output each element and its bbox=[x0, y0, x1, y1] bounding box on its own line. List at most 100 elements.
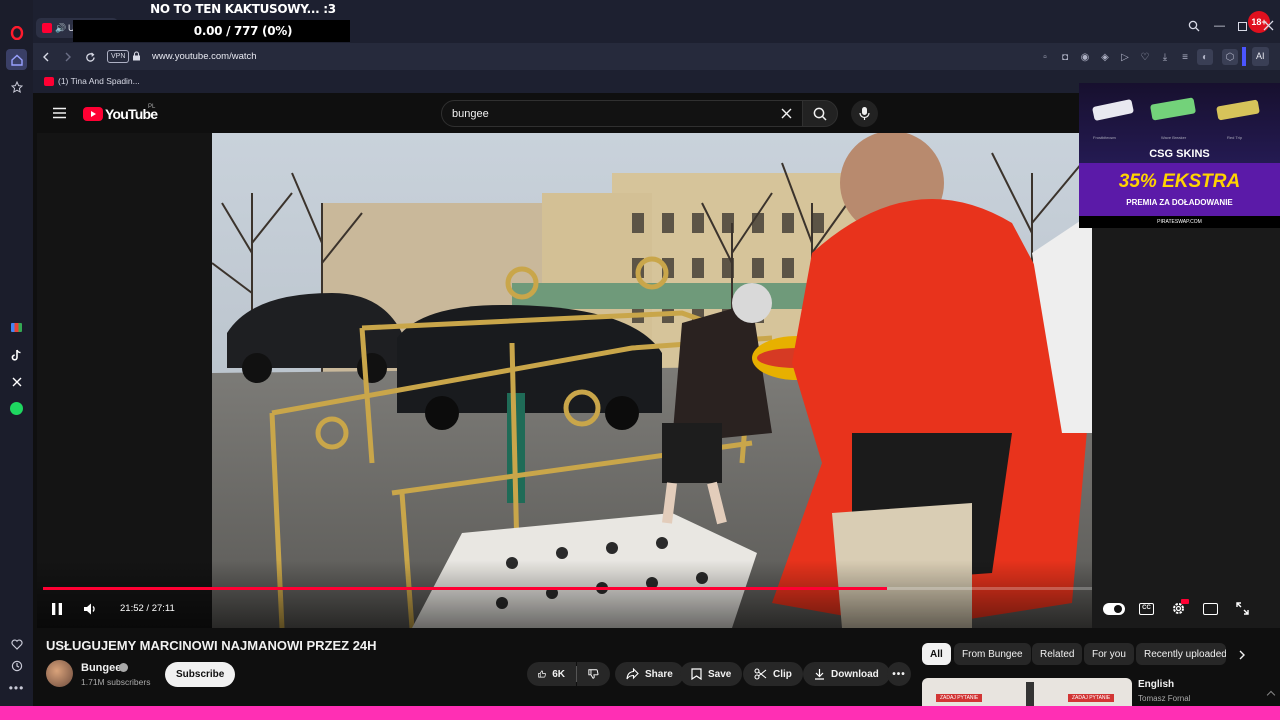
close-window-button[interactable] bbox=[1263, 20, 1274, 31]
clip-label: Clip bbox=[773, 668, 792, 680]
chips-next-icon[interactable] bbox=[1238, 650, 1246, 660]
chip-all[interactable]: All bbox=[922, 643, 951, 665]
pink-bottom-bar bbox=[0, 706, 1280, 720]
back-button[interactable] bbox=[38, 49, 54, 65]
search-input-value: bungee bbox=[452, 108, 489, 120]
stream-overlay-counter: 0.00 / 777 (0%) bbox=[193, 24, 293, 38]
download-icon[interactable]: ⤓ bbox=[1157, 49, 1173, 65]
lock-icon[interactable] bbox=[132, 51, 141, 61]
url-field[interactable]: www.youtube.com/watch bbox=[152, 51, 257, 62]
share-button[interactable]: Share bbox=[615, 662, 684, 686]
download-arrow-icon bbox=[815, 669, 824, 680]
settings-gear-icon[interactable] bbox=[1171, 599, 1189, 616]
voice-search-button[interactable] bbox=[851, 100, 878, 127]
youtube-logo-icon[interactable] bbox=[83, 107, 103, 121]
channel-name[interactable]: Bungee bbox=[81, 662, 121, 674]
opera-logo-icon[interactable] bbox=[6, 22, 27, 43]
favorites-icon[interactable]: ♡ bbox=[1137, 49, 1153, 65]
chip-recently-uploaded[interactable]: Recently uploaded bbox=[1136, 643, 1226, 665]
ad-headline: 35% EKSTRA bbox=[1118, 171, 1241, 192]
cube-icon[interactable]: ⬡ bbox=[1222, 49, 1238, 65]
ad-site: PIRATESWAP.COM bbox=[1079, 216, 1280, 228]
subtitles-icon[interactable]: CC bbox=[1139, 603, 1154, 615]
opera-sidebar: ••• bbox=[0, 0, 33, 720]
extension-icon[interactable]: ◈ bbox=[1097, 49, 1113, 65]
related-thumb-label-2: ZADAJ PYTANIE bbox=[1068, 694, 1115, 702]
tab-bar: 🔊 US NO TO TEN KAKTUSOWY... :3 0.00 / 77… bbox=[33, 0, 1280, 43]
hd-badge bbox=[1181, 599, 1189, 604]
adblock-icon[interactable]: ◉ bbox=[1077, 49, 1093, 65]
related-author: Tomasz Fornal bbox=[1138, 694, 1191, 703]
spotify-icon[interactable] bbox=[6, 398, 27, 419]
ad-weapon-3-label: Red Trip bbox=[1227, 135, 1243, 140]
controls-gradient bbox=[37, 560, 1092, 628]
minimize-button[interactable]: — bbox=[1214, 20, 1225, 32]
subscribe-button[interactable]: Subscribe bbox=[165, 662, 236, 687]
bookmark-item[interactable]: (1) Tina And Spadin... bbox=[58, 76, 140, 86]
forward-button[interactable] bbox=[60, 49, 76, 65]
aria-ai-button[interactable]: AI bbox=[1252, 47, 1269, 66]
like-button[interactable]: 6K bbox=[527, 662, 576, 686]
player-left-letterbox bbox=[37, 133, 212, 628]
search-icon bbox=[813, 107, 827, 121]
ad-banner[interactable]: Frostbiteown Wave Breaker Red Trip CSG S… bbox=[1079, 83, 1280, 228]
pinboard-icon[interactable] bbox=[6, 76, 27, 97]
like-count: 6K bbox=[552, 668, 565, 680]
x-twitter-icon[interactable] bbox=[6, 371, 27, 392]
verified-icon bbox=[119, 663, 128, 672]
save-button[interactable]: Save bbox=[680, 662, 743, 686]
maximize-button[interactable] bbox=[1238, 22, 1247, 31]
dislike-button[interactable] bbox=[577, 662, 610, 686]
aria-ai-label: AI bbox=[1256, 51, 1265, 61]
clip-button[interactable]: Clip bbox=[743, 662, 803, 686]
snapshot-icon[interactable]: ▫ bbox=[1037, 49, 1053, 65]
channel-avatar[interactable] bbox=[46, 660, 73, 687]
progress-bar-track[interactable] bbox=[43, 587, 1092, 590]
related-title[interactable]: English bbox=[1138, 679, 1174, 690]
fullscreen-icon[interactable] bbox=[1236, 602, 1249, 615]
autoplay-toggle[interactable] bbox=[1103, 603, 1125, 615]
video-frame[interactable] bbox=[212, 133, 1092, 628]
heart-icon[interactable] bbox=[6, 634, 27, 655]
player-icon[interactable]: ▷ bbox=[1117, 49, 1133, 65]
menu-list-icon[interactable]: ≡ bbox=[1177, 49, 1193, 65]
more-icon[interactable]: ••• bbox=[6, 677, 27, 698]
search-button[interactable] bbox=[802, 100, 838, 127]
tiktok-icon[interactable] bbox=[6, 344, 27, 365]
divider-accent bbox=[1242, 47, 1246, 66]
download-button[interactable]: Download bbox=[803, 662, 890, 686]
share-label: Share bbox=[645, 668, 673, 680]
video-title: USŁUGUJEMY MARCINOWI NAJMANOWI PRZEZ 24H bbox=[46, 638, 377, 653]
gmail-icon[interactable] bbox=[6, 317, 27, 338]
miniplayer-icon[interactable] bbox=[1203, 603, 1218, 615]
profile-icon[interactable]: ◐ bbox=[1197, 49, 1213, 65]
related-thumb-label-1: ZADAJ PYTANIE bbox=[936, 694, 983, 702]
player-time: 21:52 / 27:11 bbox=[120, 603, 175, 614]
clear-search-icon[interactable] bbox=[781, 108, 792, 119]
more-actions-button[interactable]: ••• bbox=[887, 662, 911, 686]
chip-related[interactable]: Related bbox=[1032, 643, 1083, 665]
share-icon bbox=[626, 668, 639, 680]
ad-weapon-1-label: Frostbiteown bbox=[1093, 135, 1116, 140]
pause-button[interactable] bbox=[52, 603, 62, 615]
ad-subline: PREMIA ZA DOŁADOWANIE bbox=[1126, 198, 1233, 207]
subscriber-count: 1.71M subscribers bbox=[81, 677, 151, 687]
ad-brand: CSG SKINS bbox=[1149, 148, 1210, 160]
thumb-up-icon bbox=[538, 670, 546, 678]
history-icon[interactable] bbox=[6, 655, 27, 676]
chip-for-you[interactable]: For you bbox=[1084, 643, 1134, 665]
scissors-icon bbox=[754, 668, 767, 680]
stream-overlay-title: NO TO TEN KAKTUSOWY... :3 bbox=[150, 2, 336, 16]
search-tabs-icon[interactable] bbox=[1188, 20, 1200, 32]
download-label: Download bbox=[831, 668, 879, 680]
hamburger-menu-icon[interactable] bbox=[53, 107, 66, 119]
thumb-down-icon bbox=[588, 669, 599, 679]
volume-button[interactable] bbox=[83, 602, 97, 616]
chip-from-bungee[interactable]: From Bungee bbox=[954, 643, 1031, 665]
search-input[interactable]: bungee bbox=[441, 100, 803, 127]
reload-button[interactable] bbox=[82, 49, 98, 65]
home-icon[interactable] bbox=[6, 49, 27, 70]
ad-weapon-2-label: Wave Breaker bbox=[1161, 135, 1187, 140]
camera-icon[interactable]: ◘ bbox=[1057, 49, 1073, 65]
vpn-badge[interactable]: VPN bbox=[107, 50, 130, 63]
